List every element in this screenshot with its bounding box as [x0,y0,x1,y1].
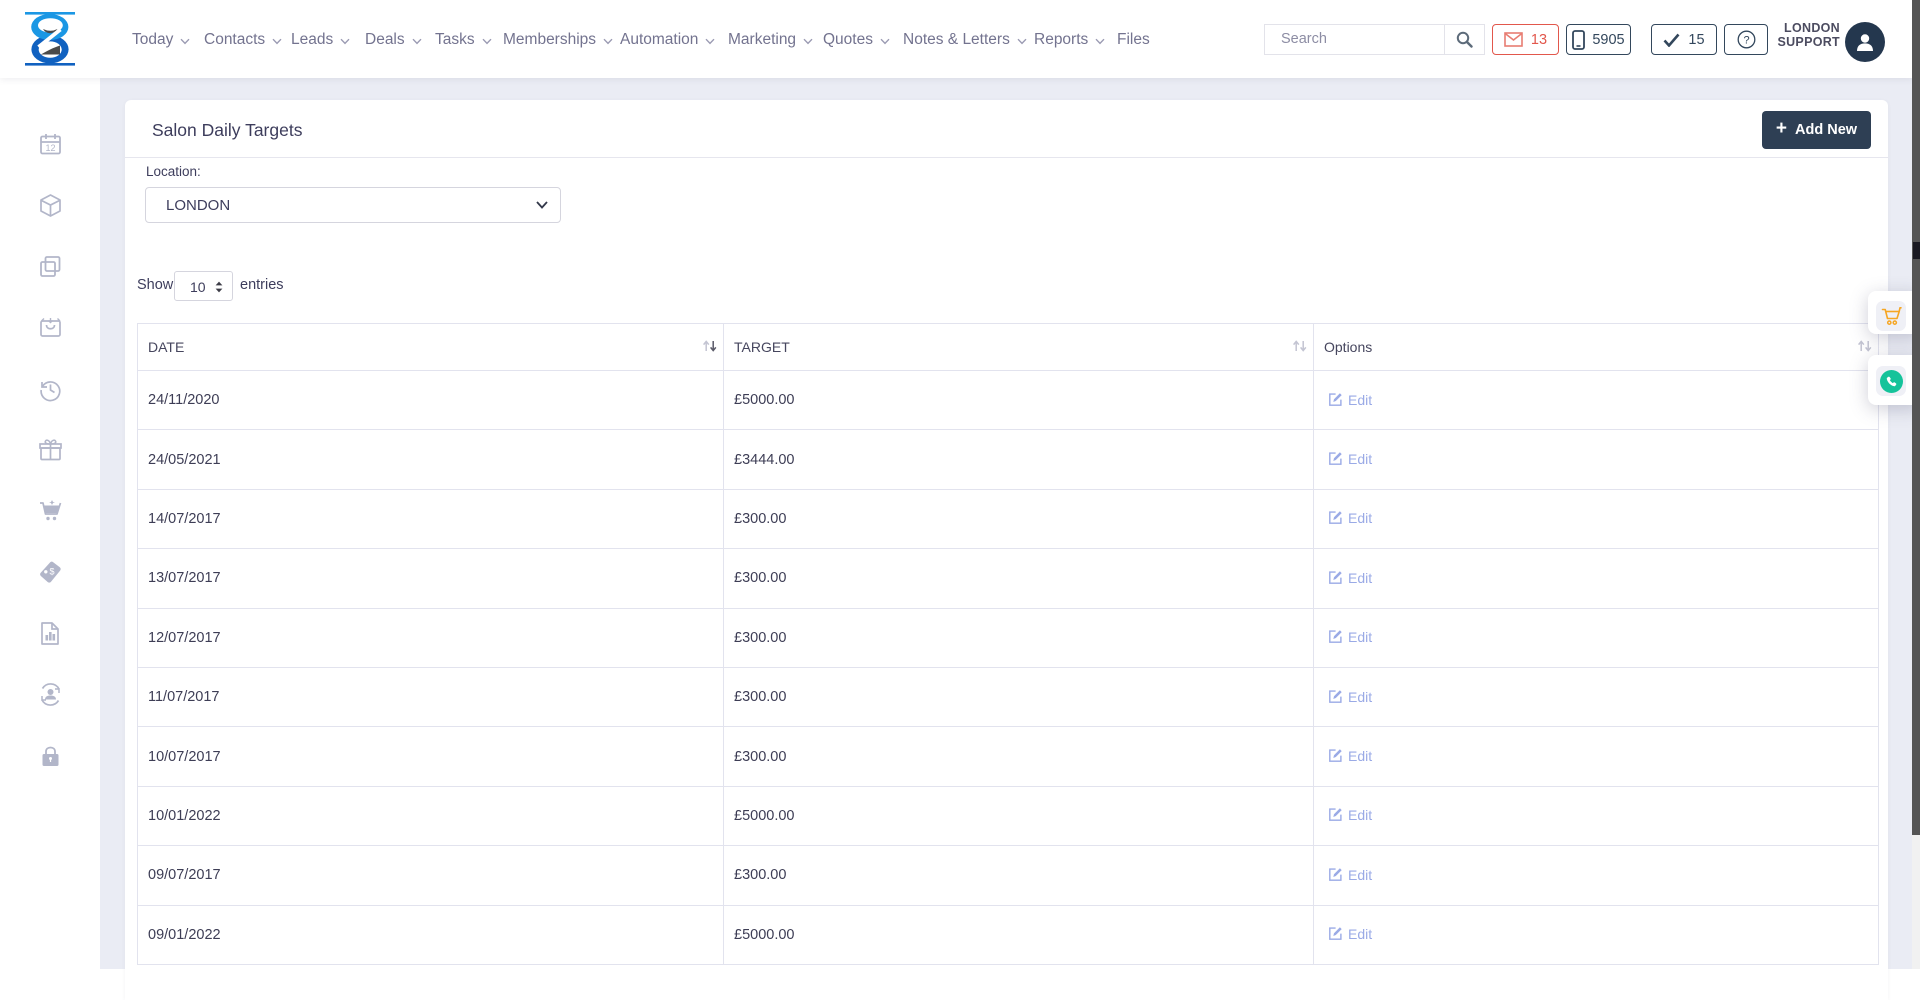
svg-text:?: ? [1743,34,1749,46]
svg-text:12: 12 [45,143,55,153]
svg-text:$: $ [49,567,54,577]
